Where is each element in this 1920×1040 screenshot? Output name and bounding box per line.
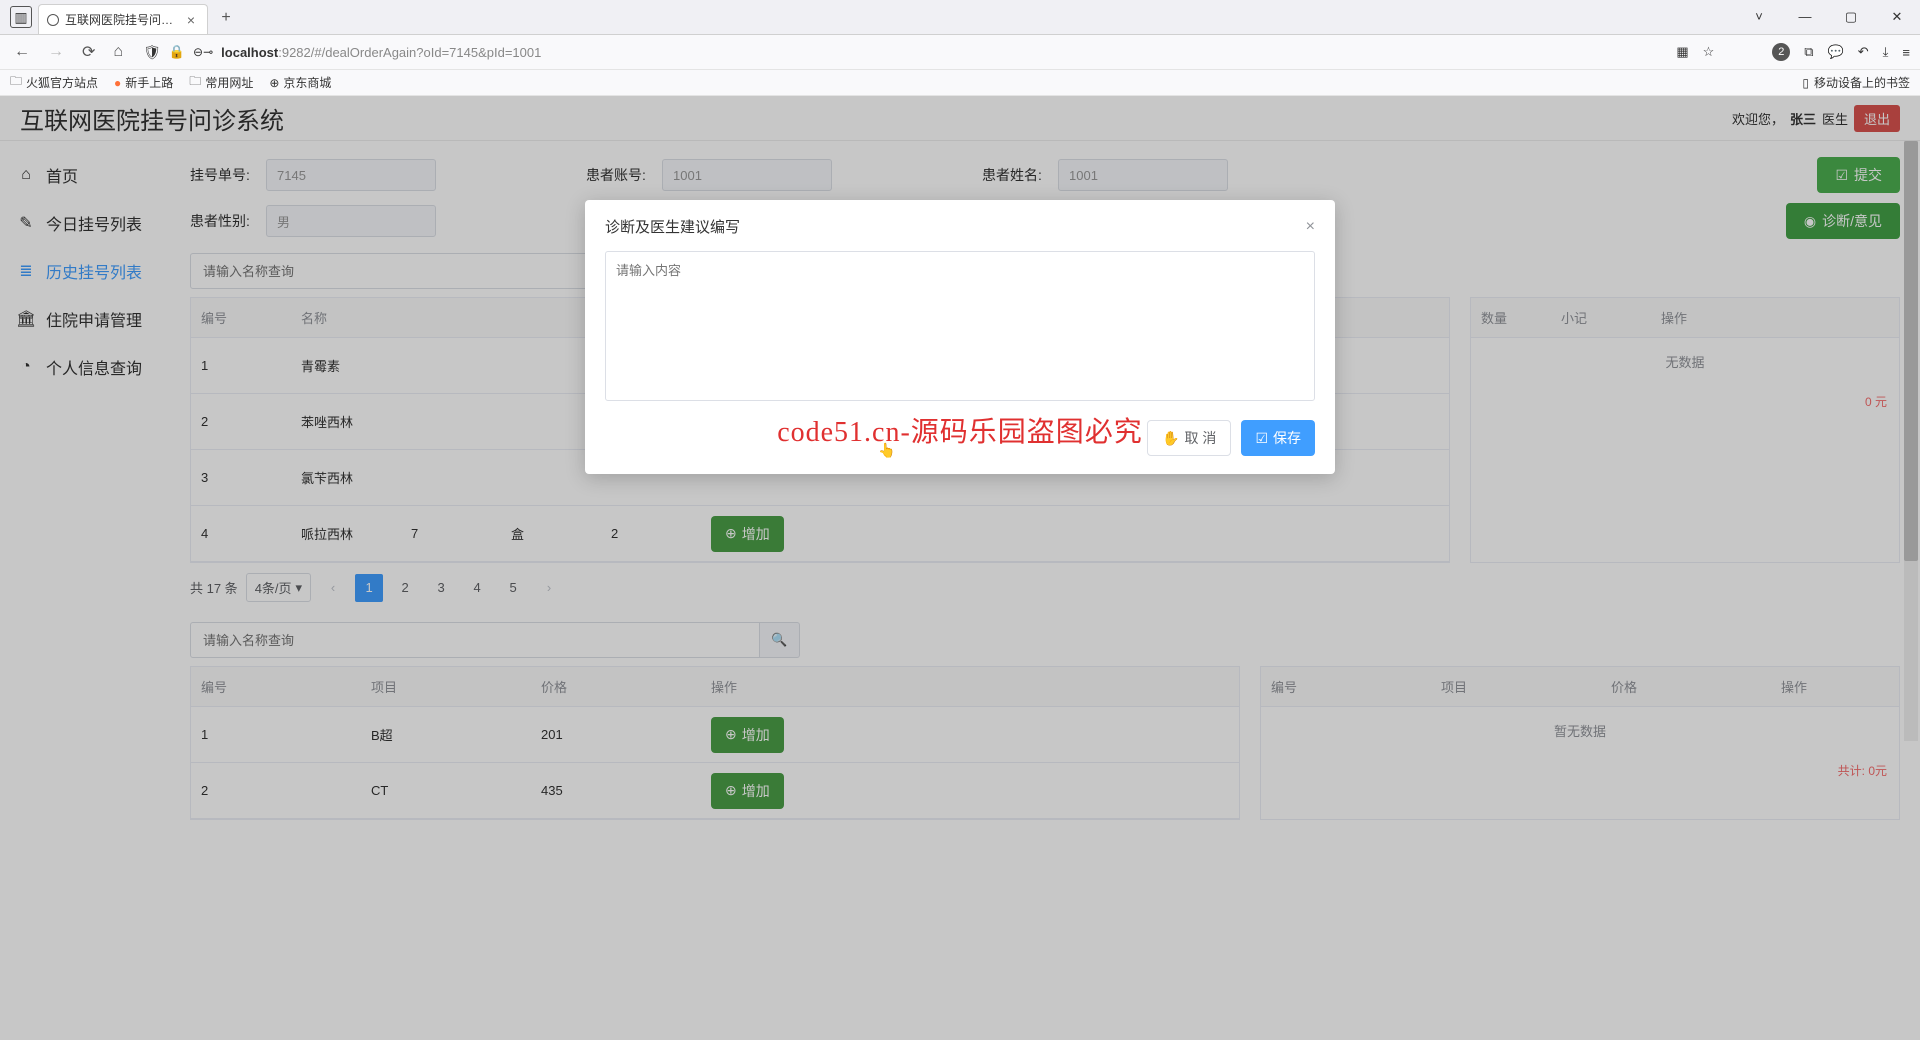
chevron-down-icon[interactable]: ˅ (1736, 0, 1782, 34)
menu-icon[interactable]: ≡ (1902, 45, 1910, 60)
lock-icon: 🔒 (169, 44, 185, 60)
cancel-button[interactable]: ✋取 消 (1147, 420, 1231, 456)
qr-icon[interactable]: ▦ (1676, 44, 1688, 60)
bookmark-item[interactable]: ●新手上路 (114, 74, 173, 91)
hand-icon: ✋ (1162, 430, 1179, 447)
extension-icon[interactable]: ⧉ (1804, 44, 1813, 60)
diagnosis-modal: 诊断及医生建议编写 × ✋取 消 ☑保存 (585, 200, 1335, 474)
save-button[interactable]: ☑保存 (1241, 420, 1315, 456)
tab-title: 互联网医院挂号问诊系统 (65, 11, 183, 28)
bookmark-bar: 🗀火狐官方站点 ●新手上路 🗀常用网址 ⊕京东商城 ▯移动设备上的书签 (0, 70, 1920, 96)
notif-badge[interactable]: 2 (1772, 43, 1790, 61)
browser-tab[interactable]: 互联网医院挂号问诊系统 × (38, 4, 208, 34)
window-controls: ˅ — ▢ ✕ (1736, 0, 1920, 34)
browser-navbar: ← → ⟳ ⌂ 🛡 🔒 ⊖⊸ localhost:9282/#/dealOrde… (0, 35, 1920, 70)
firefox-icon: ● (114, 76, 121, 90)
star-icon[interactable]: ☆ (1703, 44, 1715, 60)
folder-icon: 🗀 (189, 72, 201, 93)
modal-title: 诊断及医生建议编写 (605, 216, 740, 237)
close-window-icon[interactable]: ✕ (1874, 0, 1920, 34)
maximize-icon[interactable]: ▢ (1828, 0, 1874, 34)
bookmark-item[interactable]: ⊕京东商城 (269, 74, 331, 91)
address-bar[interactable]: 🛡 🔒 ⊖⊸ localhost:9282/#/dealOrderAgain?o… (143, 44, 541, 61)
folder-icon: 🗀 (10, 72, 22, 93)
mobile-icon: ▯ (1802, 76, 1809, 90)
check-icon: ☑ (1255, 430, 1268, 447)
bookmark-item[interactable]: 🗀火狐官方站点 (10, 72, 98, 93)
tab-favicon (47, 14, 59, 26)
diagnosis-textarea[interactable] (605, 251, 1315, 401)
globe-icon: ⊕ (269, 76, 279, 90)
save-page-icon[interactable]: ⤓ (1883, 44, 1889, 60)
shield-icon: 🛡 (143, 44, 161, 61)
tab-list-icon[interactable]: ▥ (10, 6, 32, 28)
reload-icon[interactable]: ⟳ (78, 40, 99, 64)
close-icon[interactable]: × (183, 12, 199, 28)
back-icon[interactable]: ← (10, 41, 34, 63)
close-icon[interactable]: × (1306, 218, 1315, 236)
mobile-bookmark[interactable]: ▯移动设备上的书签 (1802, 74, 1910, 91)
bookmark-item[interactable]: 🗀常用网址 (189, 72, 253, 93)
browser-tabbar: ▥ 互联网医院挂号问诊系统 × + ˅ — ▢ ✕ (0, 0, 1920, 35)
new-tab-button[interactable]: + (212, 4, 240, 32)
home-icon[interactable]: ⌂ (109, 41, 127, 63)
minimize-icon[interactable]: — (1782, 0, 1828, 34)
url-text: localhost:9282/#/dealOrderAgain?oId=7145… (221, 45, 541, 60)
toggle-icon: ⊖⊸ (193, 45, 213, 59)
forward-icon[interactable]: → (44, 41, 68, 63)
chat-icon[interactable]: 💬 (1828, 44, 1844, 60)
undo-icon[interactable]: ↶ (1858, 44, 1869, 60)
